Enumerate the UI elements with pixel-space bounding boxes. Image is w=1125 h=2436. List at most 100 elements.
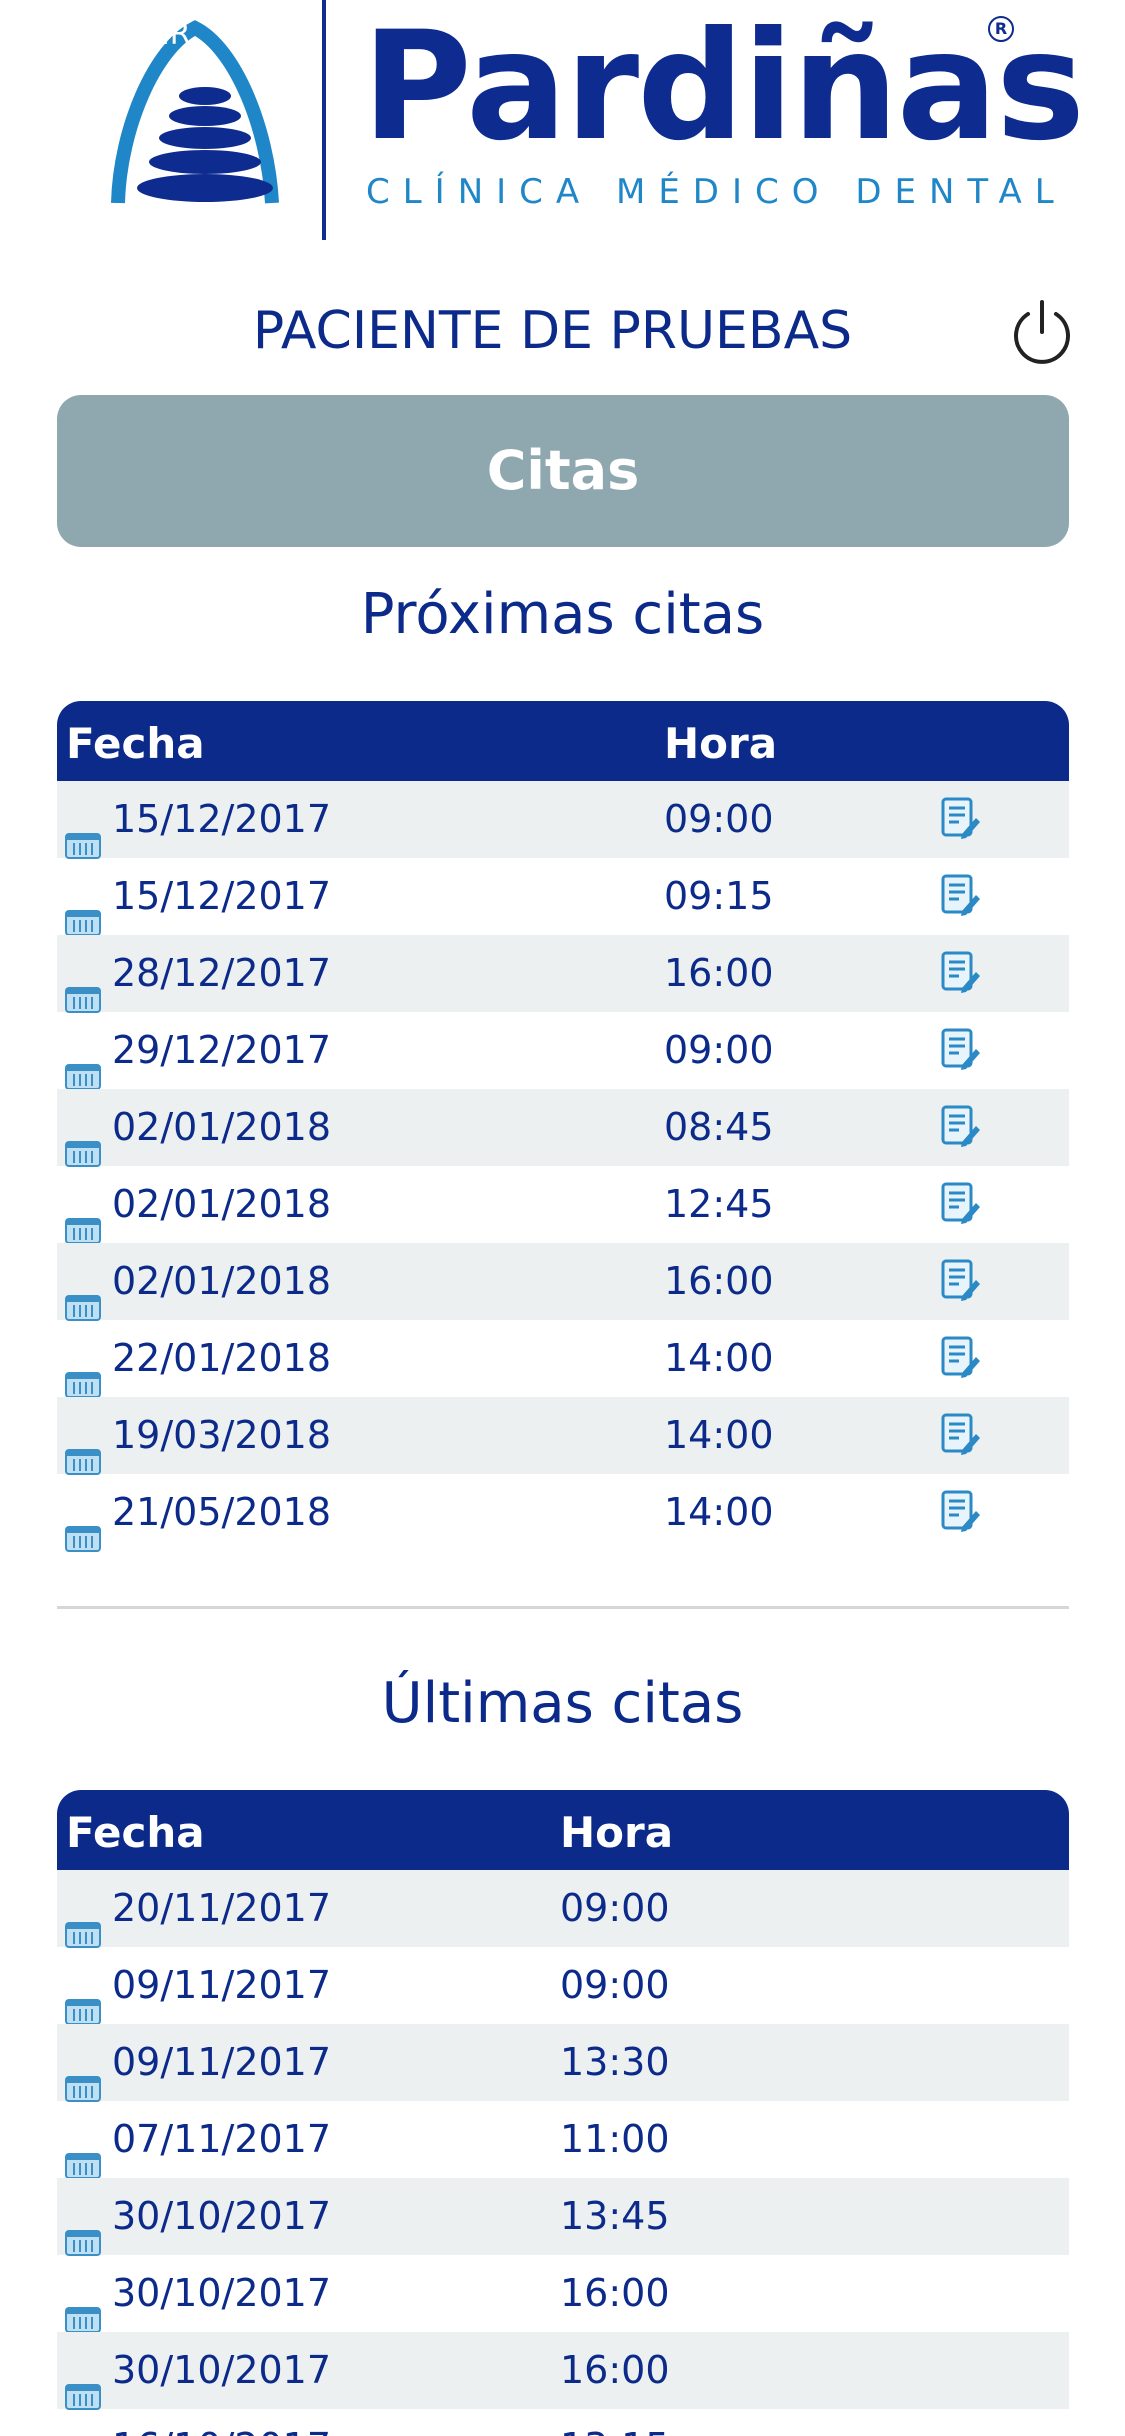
appointment-time: 14:00 — [664, 1336, 774, 1380]
citas-button[interactable]: Citas — [57, 395, 1069, 547]
table-row[interactable]: 09/11/2017 09:00 — [57, 1947, 1069, 2025]
appointment-time: 13:30 — [560, 2040, 670, 2084]
edit-appointment-icon[interactable] — [940, 1099, 980, 1147]
table-row[interactable]: 29/12/2017 09:00 — [57, 1012, 1069, 1090]
appointment-time: 12:45 — [664, 1182, 774, 1226]
appointment-time: 09:15 — [664, 874, 774, 918]
calendar-icon — [65, 2359, 101, 2410]
appointment-date: 21/05/2018 — [112, 1490, 332, 1534]
calendar-icon — [65, 1897, 101, 1948]
edit-appointment-icon[interactable] — [940, 1022, 980, 1070]
table-row[interactable]: 02/01/2018 08:45 — [57, 1089, 1069, 1167]
registered-mark: R — [988, 16, 1014, 42]
appointment-date: 30/10/2017 — [112, 2194, 332, 2238]
edit-appointment-icon[interactable] — [940, 945, 980, 993]
table-row[interactable]: 02/01/2018 12:45 — [57, 1166, 1069, 1244]
calendar-icon — [65, 1116, 101, 1167]
column-header-hora: Hora — [664, 719, 778, 768]
calendar-icon — [65, 2128, 101, 2179]
table-row[interactable]: 07/11/2017 11:00 — [57, 2101, 1069, 2179]
appointment-date: 22/01/2018 — [112, 1336, 332, 1380]
edit-appointment-icon[interactable] — [940, 791, 980, 839]
brand-name: Pardiñas — [362, 0, 1085, 174]
table-row[interactable]: 20/11/2017 09:00 — [57, 1870, 1069, 1948]
appointment-time: 11:00 — [560, 2117, 670, 2161]
calendar-icon — [65, 962, 101, 1013]
table-row[interactable]: 30/10/2017 16:00 — [57, 2255, 1069, 2333]
table-row[interactable]: 28/12/2017 16:00 — [57, 935, 1069, 1013]
past-table-body: 20/11/2017 09:00 09/11/2017 09:00 09/11/2017… — [57, 1870, 1069, 2436]
calendar-icon — [65, 1039, 101, 1090]
calendar-icon — [65, 2051, 101, 2102]
appointment-time: 08:45 — [664, 1105, 774, 1149]
appointment-time: 16:00 — [560, 2348, 670, 2392]
appointment-date: 07/11/2017 — [112, 2117, 332, 2161]
table-row[interactable]: 16/10/2017 13:15 — [57, 2409, 1069, 2436]
patient-name: PACIENTE DE PRUEBAS — [252, 301, 853, 361]
appointment-time: 14:00 — [664, 1413, 774, 1457]
upcoming-table-header: Fecha Hora — [57, 701, 1069, 781]
edit-appointment-icon[interactable] — [940, 1484, 980, 1532]
appointment-time: 16:00 — [560, 2271, 670, 2315]
edit-appointment-icon[interactable] — [940, 1407, 980, 1455]
column-header-fecha: Fecha — [66, 1808, 205, 1857]
edit-appointment-icon[interactable] — [940, 1330, 980, 1378]
logo-mark-icon: IIR — [111, 17, 279, 204]
calendar-icon — [65, 1270, 101, 1321]
appointment-time: 16:00 — [664, 951, 774, 995]
column-header-fecha: Fecha — [66, 719, 205, 768]
edit-appointment-icon[interactable] — [940, 1253, 980, 1301]
appointment-date: 29/12/2017 — [112, 1028, 332, 1072]
table-row[interactable]: 22/01/2018 14:00 — [57, 1320, 1069, 1398]
page: IIR Pardiñas R CLÍNICA MÉDICO DENTAL PAC… — [0, 0, 1125, 2436]
appointment-time: 09:00 — [560, 1886, 670, 1930]
calendar-icon — [65, 2205, 101, 2256]
appointment-date: 28/12/2017 — [112, 951, 332, 995]
past-table-header: Fecha Hora — [57, 1790, 1069, 1870]
appointment-date: 02/01/2018 — [112, 1105, 332, 1149]
appointment-date: 16/10/2017 — [112, 2409, 331, 2436]
appointment-date: 19/03/2018 — [112, 1413, 332, 1457]
appointment-time: 13:15 — [560, 2409, 670, 2436]
appointment-time: 13:45 — [560, 2194, 670, 2238]
table-row[interactable]: 09/11/2017 13:30 — [57, 2024, 1069, 2102]
edit-appointment-icon[interactable] — [940, 1176, 980, 1224]
calendar-icon — [65, 1424, 101, 1475]
column-header-hora: Hora — [560, 1808, 674, 1857]
logo-mark-text: IIR — [152, 17, 191, 52]
appointment-time: 09:00 — [664, 797, 774, 841]
appointment-time: 09:00 — [664, 1028, 774, 1072]
appointment-date: 15/12/2017 — [112, 874, 332, 918]
appointment-date: 02/01/2018 — [112, 1182, 332, 1226]
appointment-time: 14:00 — [664, 1490, 774, 1534]
table-row[interactable]: 02/01/2018 16:00 — [57, 1243, 1069, 1321]
upcoming-table: Fecha Hora 15/12/2017 09:00 15/12/2017 09:1… — [57, 701, 1069, 1552]
appointment-time: 16:00 — [664, 1259, 774, 1303]
appointment-date: 20/11/2017 — [112, 1886, 332, 1930]
table-row[interactable]: 21/05/2018 14:00 — [57, 1474, 1069, 1552]
appointment-date: 09/11/2017 — [112, 2040, 332, 2084]
appointment-date: 09/11/2017 — [112, 1963, 332, 2007]
section-divider — [57, 1606, 1069, 1609]
past-table: Fecha Hora 20/11/2017 09:00 09/11/2017 09:0… — [57, 1790, 1069, 2436]
table-row[interactable]: 15/12/2017 09:00 — [57, 781, 1069, 859]
calendar-icon — [65, 1193, 101, 1244]
calendar-icon — [65, 1347, 101, 1398]
table-row[interactable]: 30/10/2017 13:45 — [57, 2178, 1069, 2256]
upcoming-title: Próximas citas — [360, 582, 765, 647]
calendar-icon — [65, 1974, 101, 2025]
calendar-icon — [65, 1501, 101, 1552]
edit-appointment-icon[interactable] — [940, 868, 980, 916]
table-row[interactable]: 30/10/2017 16:00 — [57, 2332, 1069, 2410]
logo-divider — [322, 0, 326, 240]
brand-subtitle: CLÍNICA MÉDICO DENTAL — [366, 172, 1067, 212]
appointment-time: 09:00 — [560, 1963, 670, 2007]
appointment-date: 02/01/2018 — [112, 1259, 332, 1303]
power-icon[interactable] — [1010, 296, 1074, 366]
past-title: Últimas citas — [381, 1671, 744, 1736]
table-row[interactable]: 15/12/2017 09:15 — [57, 858, 1069, 936]
calendar-icon — [65, 2282, 101, 2333]
calendar-icon — [65, 808, 101, 859]
table-row[interactable]: 19/03/2018 14:00 — [57, 1397, 1069, 1475]
appointment-date: 15/12/2017 — [112, 797, 332, 841]
